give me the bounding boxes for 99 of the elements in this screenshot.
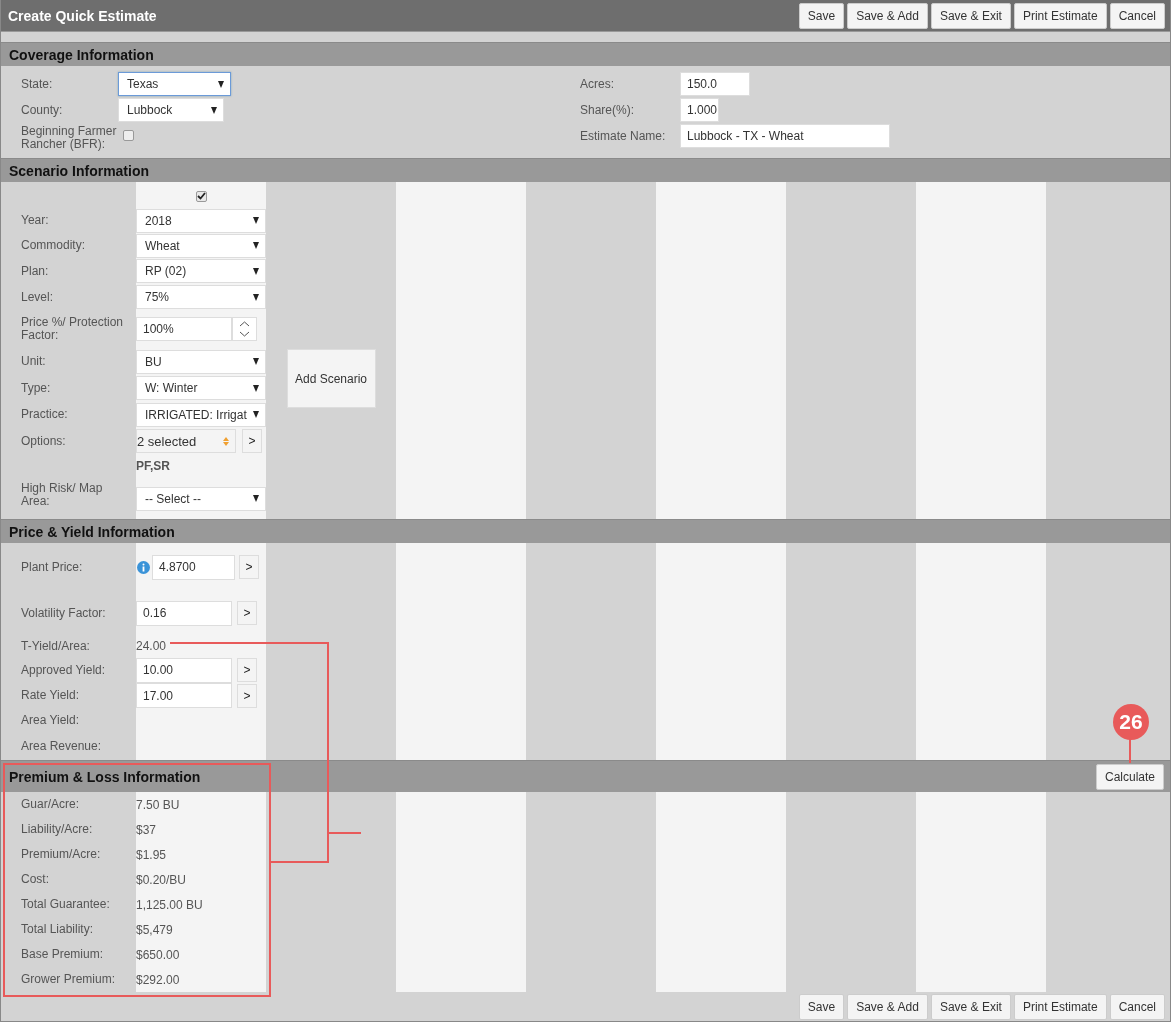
input-field[interactable]: 10.00 <box>136 657 232 683</box>
checkbox[interactable] <box>195 190 207 202</box>
field-label: Level: <box>20 290 55 304</box>
field-label: Total Liability: <box>20 923 95 936</box>
input-field[interactable]: 17.00 <box>136 683 232 708</box>
print-estimate-button[interactable]: Print Estimate <box>1013 2 1107 29</box>
field-label: Beginning Farmer Rancher (BFR): <box>21 125 118 151</box>
add-scenario-button[interactable]: Add Scenario <box>286 349 376 408</box>
leader-line <box>1129 737 1131 764</box>
field-label: County: <box>21 103 64 117</box>
field-label: State: <box>21 77 54 91</box>
save-button[interactable]: Save <box>798 2 845 29</box>
dropdown[interactable]: RP (02) <box>136 259 266 283</box>
field-value: $37 <box>136 822 158 837</box>
field-label: Area Yield: <box>20 714 81 727</box>
field-label: Estimate Name: <box>580 129 667 143</box>
caret-icon <box>253 411 259 418</box>
field-label: Share(%): <box>580 103 636 117</box>
dropdown[interactable]: Lubbock <box>118 98 224 122</box>
field-label: Year: <box>20 214 50 227</box>
input-field[interactable]: 1.000 <box>680 98 719 122</box>
input-field[interactable]: 150.0 <box>680 72 750 96</box>
caret-icon <box>211 106 217 114</box>
field-label: Practice: <box>20 408 69 421</box>
calculate-button[interactable]: Calculate <box>1095 763 1164 790</box>
cancel-button[interactable]: Cancel <box>1109 994 1165 1020</box>
field-label: Cost: <box>20 873 50 886</box>
field-label: Total Guarantee: <box>20 898 111 911</box>
field-label: High Risk/ Map Area: <box>20 481 104 508</box>
info-icon[interactable] <box>137 560 150 574</box>
field-label: Price %/ Protection Factor: <box>20 316 125 342</box>
checkbox[interactable] <box>123 129 134 141</box>
caret-icon <box>253 242 259 249</box>
expand-button[interactable]: > <box>239 555 259 579</box>
section-title: Scenario Information <box>9 162 150 179</box>
selected-options-text: PF,SR <box>136 459 171 473</box>
dropdown[interactable]: Wheat <box>136 233 266 258</box>
field-label: Type: <box>20 381 52 395</box>
input-field[interactable]: 0.16 <box>136 600 232 626</box>
caret-icon <box>218 80 224 88</box>
field-value: 24.00 <box>136 639 167 653</box>
field-value: $1.95 <box>136 847 168 862</box>
callout-badge: 26 <box>1113 704 1149 740</box>
field-label: Options: <box>20 434 67 448</box>
field-value: $0.20/BU <box>136 872 188 887</box>
field-label: Area Revenue: <box>20 740 103 753</box>
save-and-add-button[interactable]: Save & Add <box>847 2 928 29</box>
save-and-exit-button[interactable]: Save & Exit <box>930 994 1011 1020</box>
caret-icon <box>253 217 259 224</box>
window-title: Create Quick Estimate <box>8 7 157 24</box>
dropdown[interactable]: BU <box>136 349 266 374</box>
field-value: 1,125.00 BU <box>136 897 204 912</box>
section-title: Price & Yield Information <box>9 523 175 540</box>
sort-icon <box>223 436 229 446</box>
save-and-exit-button[interactable]: Save & Exit <box>930 2 1011 29</box>
caret-icon <box>253 384 259 392</box>
caret-icon <box>253 495 259 502</box>
field-label: Commodity: <box>20 239 86 252</box>
print-estimate-button[interactable]: Print Estimate <box>1013 994 1107 1020</box>
field-value: $292.00 <box>136 972 181 987</box>
save-button[interactable]: Save <box>798 994 845 1020</box>
field-value: $650.00 <box>136 947 181 962</box>
field-label: Volatility Factor: <box>20 606 107 620</box>
field-label: Rate Yield: <box>20 689 81 702</box>
field-label: Approved Yield: <box>20 663 107 677</box>
dropdown[interactable]: 75% <box>136 285 266 309</box>
expand-button[interactable]: > <box>242 429 262 453</box>
caret-icon <box>253 267 259 275</box>
field-label: Premium/Acre: <box>20 848 102 861</box>
dropdown[interactable]: Texas <box>118 72 231 96</box>
field-label: Grower Premium: <box>20 973 116 986</box>
stepper-icon[interactable] <box>232 317 257 341</box>
dropdown[interactable]: 2018 <box>136 208 266 233</box>
caret-icon <box>253 293 259 301</box>
save-and-add-button[interactable]: Save & Add <box>847 994 928 1020</box>
input-field[interactable]: 100% <box>136 317 232 341</box>
expand-button[interactable]: > <box>237 683 257 708</box>
field-label: Liability/Acre: <box>20 823 94 836</box>
multi-select[interactable]: 2 selected <box>136 429 236 453</box>
field-label: Acres: <box>580 77 615 91</box>
expand-button[interactable]: > <box>237 658 257 682</box>
dropdown[interactable]: W: Winter <box>136 376 266 400</box>
section-title: Premium & Loss Information <box>9 768 201 785</box>
dropdown[interactable]: IRRIGATED: Irrigat <box>136 402 266 427</box>
field-label: Plant Price: <box>20 560 84 574</box>
input-field[interactable]: Lubbock - TX - Wheat <box>680 124 890 148</box>
cancel-button[interactable]: Cancel <box>1109 2 1165 29</box>
field-value: 7.50 BU <box>136 797 181 812</box>
field-label: T-Yield/Area: <box>20 639 91 653</box>
expand-button[interactable]: > <box>237 601 257 625</box>
input-field[interactable]: 4.8700 <box>152 554 235 580</box>
field-label: Unit: <box>20 355 47 368</box>
field-label: Plan: <box>20 264 50 278</box>
field-value: $5,479 <box>136 922 174 937</box>
caret-icon <box>253 358 259 365</box>
dropdown[interactable]: -- Select -- <box>136 486 266 511</box>
field-label: Guar/Acre: <box>20 798 81 811</box>
section-title: Coverage Information <box>9 46 154 63</box>
field-label: Base Premium: <box>20 948 105 961</box>
